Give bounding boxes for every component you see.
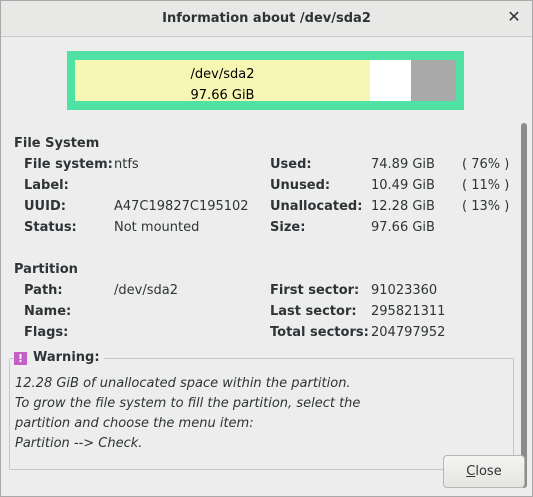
first-sector-value: 91023360	[371, 283, 438, 298]
close-button-mnemonic: C	[466, 464, 476, 479]
uuid-value: A47C19827C195102	[114, 199, 249, 214]
close-button[interactable]: Close	[443, 455, 525, 488]
unused-value: 10.49 GiB	[371, 178, 435, 193]
unused-space-segment	[370, 60, 411, 101]
total-sectors-label: Total sectors:	[270, 325, 369, 340]
close-icon[interactable]: ✕	[506, 9, 522, 25]
total-sectors-value: 204797952	[371, 325, 446, 340]
last-sector-value: 295821311	[371, 304, 446, 319]
partition-graph: /dev/sda2 97.66 GiB	[67, 51, 464, 110]
uuid-label: UUID:	[24, 199, 66, 214]
warning-line-4: Partition --> Check.	[15, 436, 143, 451]
warning-line-2: To grow the file system to fill the part…	[15, 396, 361, 411]
unused-label: Unused:	[270, 178, 331, 193]
graph-size-label: 97.66 GiB	[190, 88, 255, 103]
warning-title: Warning:	[33, 350, 100, 365]
warning-line-3: partition and choose the menu item:	[15, 416, 254, 431]
name-label: Name:	[24, 304, 72, 319]
graph-path-label: /dev/sda2	[190, 67, 255, 82]
close-button-label: lose	[475, 464, 502, 479]
unused-percent: ( 11% )	[462, 178, 510, 193]
flags-label: Flags:	[24, 325, 69, 340]
used-label: Used:	[270, 157, 312, 172]
warning-line-1: 12.28 GiB of unallocated space within th…	[15, 376, 351, 391]
scrollbar[interactable]	[519, 123, 529, 488]
unallocated-label: Unallocated:	[270, 199, 363, 214]
path-value: /dev/sda2	[114, 283, 178, 298]
warning-header: ! Warning:	[14, 349, 104, 367]
filesystem-section-title: File System	[14, 136, 100, 151]
used-space-segment: /dev/sda2 97.66 GiB	[75, 60, 370, 103]
size-value: 97.66 GiB	[371, 220, 435, 235]
window-title: Information about /dev/sda2	[162, 11, 371, 26]
unallocated-percent: ( 13% )	[462, 199, 510, 214]
title-bar[interactable]: Information about /dev/sda2 ✕	[1, 1, 532, 37]
partition-section-title: Partition	[14, 262, 78, 277]
path-label: Path:	[24, 283, 63, 298]
used-percent: ( 76% )	[462, 157, 510, 172]
dialog-window: Information about /dev/sda2 ✕ /dev/sda2 …	[0, 0, 533, 497]
scrollbar-thumb[interactable]	[521, 123, 527, 488]
status-value: Not mounted	[114, 220, 200, 235]
unallocated-value: 12.28 GiB	[371, 199, 435, 214]
warning-frame	[9, 358, 514, 470]
status-label: Status:	[24, 220, 77, 235]
used-value: 74.89 GiB	[371, 157, 435, 172]
last-sector-label: Last sector:	[270, 304, 357, 319]
warning-icon: !	[14, 352, 27, 365]
unallocated-space-segment	[411, 60, 456, 101]
size-label: Size:	[270, 220, 306, 235]
fs-label: File system:	[24, 157, 113, 172]
fs-value: ntfs	[114, 157, 139, 172]
first-sector-label: First sector:	[270, 283, 360, 298]
label-label: Label:	[24, 178, 69, 193]
